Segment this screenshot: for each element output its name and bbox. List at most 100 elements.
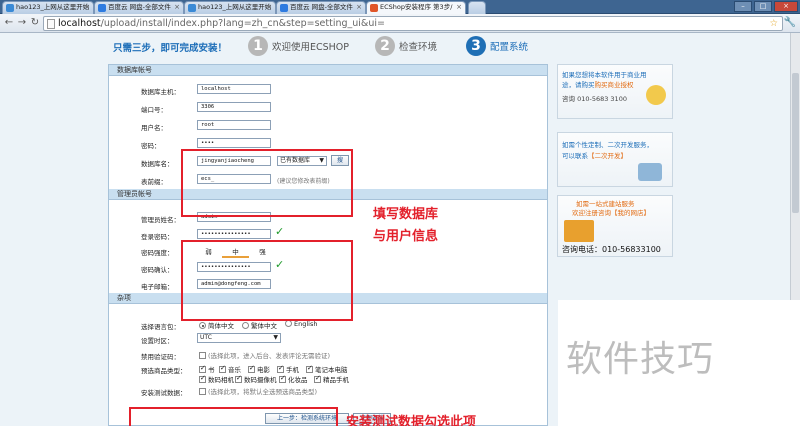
window-controls: – □ × <box>734 1 798 12</box>
db-host-input[interactable]: localhost <box>197 84 271 94</box>
db-pass-label: 密码： <box>141 142 161 150</box>
tab-ecshop[interactable]: ECShop安装程序 第3步/ × <box>366 1 466 14</box>
goods-book[interactable]: 书 <box>199 364 215 374</box>
checkbox-icon[interactable] <box>277 364 284 373</box>
radio-icon[interactable] <box>242 322 249 329</box>
db-pass-input[interactable]: •••• <box>197 138 271 148</box>
minimize-icon[interactable]: – <box>734 1 752 12</box>
ad3-line2: 欢迎注册咨询【我的网店】 <box>572 209 650 217</box>
admin-pass-input[interactable]: ••••••••••••••• <box>197 229 271 239</box>
lang-option-zh-tw[interactable]: 繁体中文 <box>242 320 277 330</box>
checkbox-icon[interactable] <box>248 364 255 373</box>
custom-dev-link[interactable]: 【二次开发】 <box>588 152 627 160</box>
checkbox-icon[interactable] <box>199 352 206 359</box>
close-icon[interactable]: × <box>266 2 272 13</box>
tab-baidu-2[interactable]: 百度云 网盘-全部文件 × <box>276 1 366 14</box>
goods-label: 音乐 <box>228 366 241 374</box>
url-path: /upload/install/index.php?lang=zh_cn&ste… <box>100 18 385 29</box>
timezone-label: 设置时区： <box>141 337 174 345</box>
timezone-select[interactable]: UTC ▼ <box>197 333 281 343</box>
lang-option-en[interactable]: English <box>285 320 317 328</box>
step-number: 2 <box>375 36 395 56</box>
browser-window: hao123_上网从这里开始 × 百度云 网盘-全部文件 × hao123_上网… <box>0 0 800 426</box>
close-icon[interactable]: × <box>456 2 462 13</box>
db-user-input[interactable]: root <box>197 120 271 130</box>
ad-site-building: 如需一站式建站服务 欢迎注册咨询【我的网店】 咨询电话：010-56833100 <box>557 195 673 257</box>
test-data-option[interactable]: (选择此项，将默认全选预选商品类型) <box>199 386 317 396</box>
address-bar[interactable]: localhost/upload/install/index.php?lang=… <box>43 16 783 31</box>
ad-custom-dev: 如需个性定制、二次开发服务， 可以联系【二次开发】 <box>557 132 673 187</box>
section-database-title: 数据库帐号 <box>109 65 547 76</box>
ad-commercial-license: 如果您想将本软件用于商业用 途，请购买购买商业授权 咨询 010-5683 31… <box>557 64 673 119</box>
annotation-box-db <box>181 149 353 217</box>
checkbox-icon[interactable] <box>199 388 206 395</box>
tab-hao123-1[interactable]: hao123_上网从这里开始 × <box>2 1 94 14</box>
step-label: 欢迎使用ECSHOP <box>272 42 350 53</box>
back-icon[interactable]: ← <box>3 17 15 29</box>
wrench-icon[interactable]: 🔧 <box>784 17 796 28</box>
goods-type-label: 预选商品类型： <box>141 367 187 375</box>
goods-phone[interactable]: 手机 <box>277 364 299 374</box>
tab-baidu-1[interactable]: 百度云 网盘-全部文件 × <box>94 1 184 14</box>
close-icon[interactable]: × <box>84 2 90 13</box>
annotation-db-line2: 与用户信息 <box>373 229 439 244</box>
admin-confirm-label: 密码确认： <box>141 266 174 274</box>
db-name-label: 数据库名： <box>141 160 174 168</box>
captcha-option[interactable]: (选择此项，进入后台、发表评论无需验证) <box>199 350 330 360</box>
ad3-phone: 咨询电话：010-56833100 <box>562 245 661 254</box>
goods-movie[interactable]: 电影 <box>248 364 270 374</box>
tab-hao123-2[interactable]: hao123_上网从这里开始 × <box>184 1 276 14</box>
tab-strip: hao123_上网从这里开始 × 百度云 网盘-全部文件 × hao123_上网… <box>0 0 800 14</box>
scrollbar-thumb[interactable] <box>792 73 799 213</box>
ad2-line1: 如需个性定制、二次开发服务， <box>562 141 653 149</box>
url-host: localhost <box>58 18 101 29</box>
browser-toolbar: ← → ↻ localhost/upload/install/index.php… <box>0 14 800 33</box>
lang-option-zh-cn[interactable]: 简体中文 <box>199 320 234 330</box>
db-port-input[interactable]: 3306 <box>197 102 271 112</box>
buy-license-link[interactable]: 购买商业授权 <box>595 81 634 89</box>
radio-icon[interactable] <box>285 320 292 327</box>
tab-label: 百度云 网盘-全部文件 <box>108 3 171 11</box>
step-3: 3 配置系统 <box>466 35 528 57</box>
watermark-text: 软件技巧 <box>566 339 715 380</box>
admin-name-label: 管理员姓名： <box>141 216 180 224</box>
checkbox-icon[interactable] <box>279 374 286 383</box>
new-tab-button[interactable] <box>468 1 486 14</box>
checkbox-icon[interactable] <box>235 374 242 383</box>
goods-camcorder[interactable]: 数码摄像机 <box>235 374 277 384</box>
checkbox-icon[interactable] <box>314 374 321 383</box>
radio-icon[interactable] <box>199 322 206 329</box>
test-data-label: 安装测试数据： <box>141 389 187 397</box>
goods-label: 手机 <box>286 366 299 374</box>
checkbox-icon[interactable] <box>306 364 313 373</box>
close-window-icon[interactable]: × <box>774 1 798 12</box>
checkbox-icon[interactable] <box>219 364 226 373</box>
reload-icon[interactable]: ↻ <box>29 17 41 29</box>
lang-option-label: 简体中文 <box>208 322 234 330</box>
pass-strength-label: 密码强度： <box>141 249 174 257</box>
goods-cosmetics[interactable]: 化妆品 <box>279 374 308 384</box>
goods-camera[interactable]: 数码相机 <box>199 374 234 384</box>
tab-label: 百度云 网盘-全部文件 <box>290 3 353 11</box>
close-icon[interactable]: × <box>174 2 180 13</box>
goods-music[interactable]: 音乐 <box>219 364 241 374</box>
star-icon[interactable]: ☆ <box>769 17 778 30</box>
step-1: 1 欢迎使用ECSHOP <box>248 35 349 57</box>
goods-premium-phone[interactable]: 精品手机 <box>314 374 349 384</box>
maximize-icon[interactable]: □ <box>754 1 772 12</box>
hao123-icon <box>188 4 196 12</box>
ad2-line2: 可以联系【二次开发】 <box>562 152 627 161</box>
step-number: 3 <box>466 36 486 56</box>
goods-laptop[interactable]: 笔记本电脑 <box>306 364 348 374</box>
goods-label: 数码相机 <box>208 376 234 384</box>
db-user-label: 用户名： <box>141 124 167 132</box>
page-icon <box>47 19 55 29</box>
close-icon[interactable]: × <box>356 2 362 13</box>
checkbox-icon[interactable] <box>199 374 206 383</box>
ecshop-icon <box>370 4 378 12</box>
goods-label: 精品手机 <box>323 376 349 384</box>
ad1-line2: 途，请购买购买商业授权 <box>562 81 634 90</box>
checkbox-icon[interactable] <box>199 364 206 373</box>
forward-icon[interactable]: → <box>16 17 28 29</box>
crane-icon <box>564 220 594 242</box>
